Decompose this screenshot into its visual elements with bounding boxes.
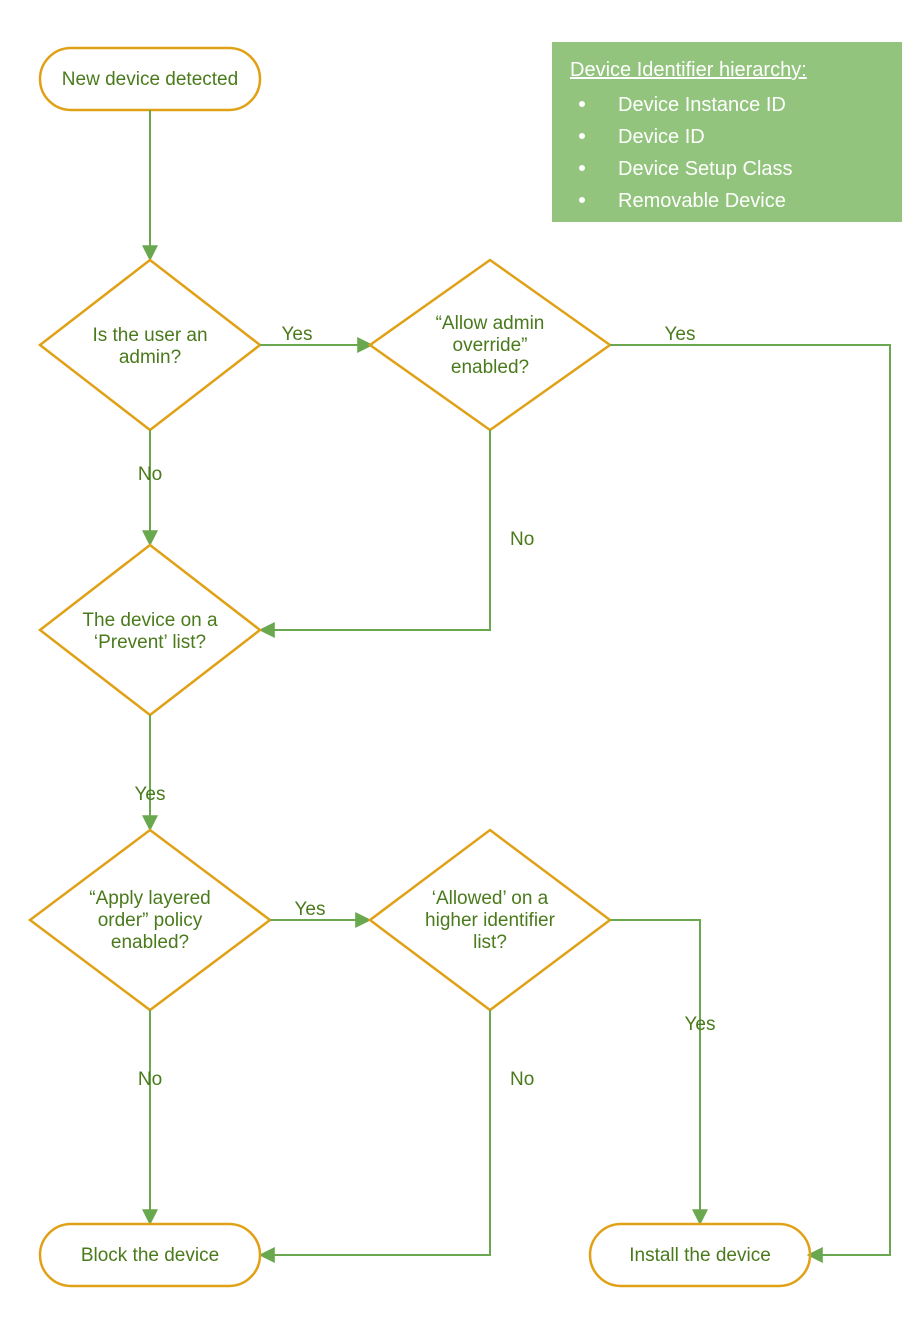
svg-text:‘Allowed’ on a: ‘Allowed’ on a xyxy=(432,888,549,909)
node-allow-override: “Allow admin override” enabled? xyxy=(370,260,610,430)
svg-text:order” policy: order” policy xyxy=(98,910,203,931)
legend-box: Device Identifier hierarchy: Device Inst… xyxy=(552,42,902,222)
node-is-admin: Is the user an admin? xyxy=(40,260,260,430)
label-no: No xyxy=(510,529,534,550)
svg-text:higher identifier: higher identifier xyxy=(425,910,556,931)
node-block: Block the device xyxy=(40,1224,260,1286)
svg-text:Is the user an: Is the user an xyxy=(92,325,207,346)
node-prevent-list: The device on a ‘Prevent’ list? xyxy=(40,545,260,715)
svg-text:New device detected: New device detected xyxy=(62,69,238,90)
edge-higher-no xyxy=(262,1010,490,1255)
svg-text:override”: override” xyxy=(453,335,528,356)
label-yes: Yes xyxy=(295,899,326,920)
legend-title: Device Identifier hierarchy: xyxy=(570,59,807,81)
legend-item: Device Setup Class xyxy=(618,158,793,180)
node-start: New device detected xyxy=(40,48,260,110)
legend-item: Device Instance ID xyxy=(618,94,786,116)
label-no: No xyxy=(138,1069,162,1090)
node-install: Install the device xyxy=(590,1224,810,1286)
label-yes: Yes xyxy=(135,784,166,805)
flowchart-canvas: Device Identifier hierarchy: Device Inst… xyxy=(0,0,924,1326)
svg-text:The device on a: The device on a xyxy=(82,610,218,631)
svg-text:admin?: admin? xyxy=(119,347,181,368)
svg-text:Block the device: Block the device xyxy=(81,1245,219,1266)
edge-override-yes xyxy=(610,345,890,1255)
svg-text:‘Prevent’ list?: ‘Prevent’ list? xyxy=(94,632,206,653)
svg-text:“Apply layered: “Apply layered xyxy=(89,888,210,909)
svg-text:“Allow admin: “Allow admin xyxy=(436,313,545,334)
label-no: No xyxy=(510,1069,534,1090)
label-no: No xyxy=(138,464,162,485)
legend-item: Device ID xyxy=(618,126,705,148)
svg-text:enabled?: enabled? xyxy=(451,357,529,378)
legend-item: Removable Device xyxy=(618,190,786,212)
svg-text:Install the device: Install the device xyxy=(629,1245,771,1266)
node-layered-policy: “Apply layered order” policy enabled? xyxy=(30,830,270,1010)
edge-override-no xyxy=(262,430,490,630)
label-yes: Yes xyxy=(665,324,696,345)
node-higher-identifier: ‘Allowed’ on a higher identifier list? xyxy=(370,830,610,1010)
label-yes: Yes xyxy=(685,1014,716,1035)
edge-higher-yes xyxy=(610,920,700,1222)
svg-text:list?: list? xyxy=(473,932,507,953)
label-yes: Yes xyxy=(282,324,313,345)
svg-text:enabled?: enabled? xyxy=(111,932,189,953)
